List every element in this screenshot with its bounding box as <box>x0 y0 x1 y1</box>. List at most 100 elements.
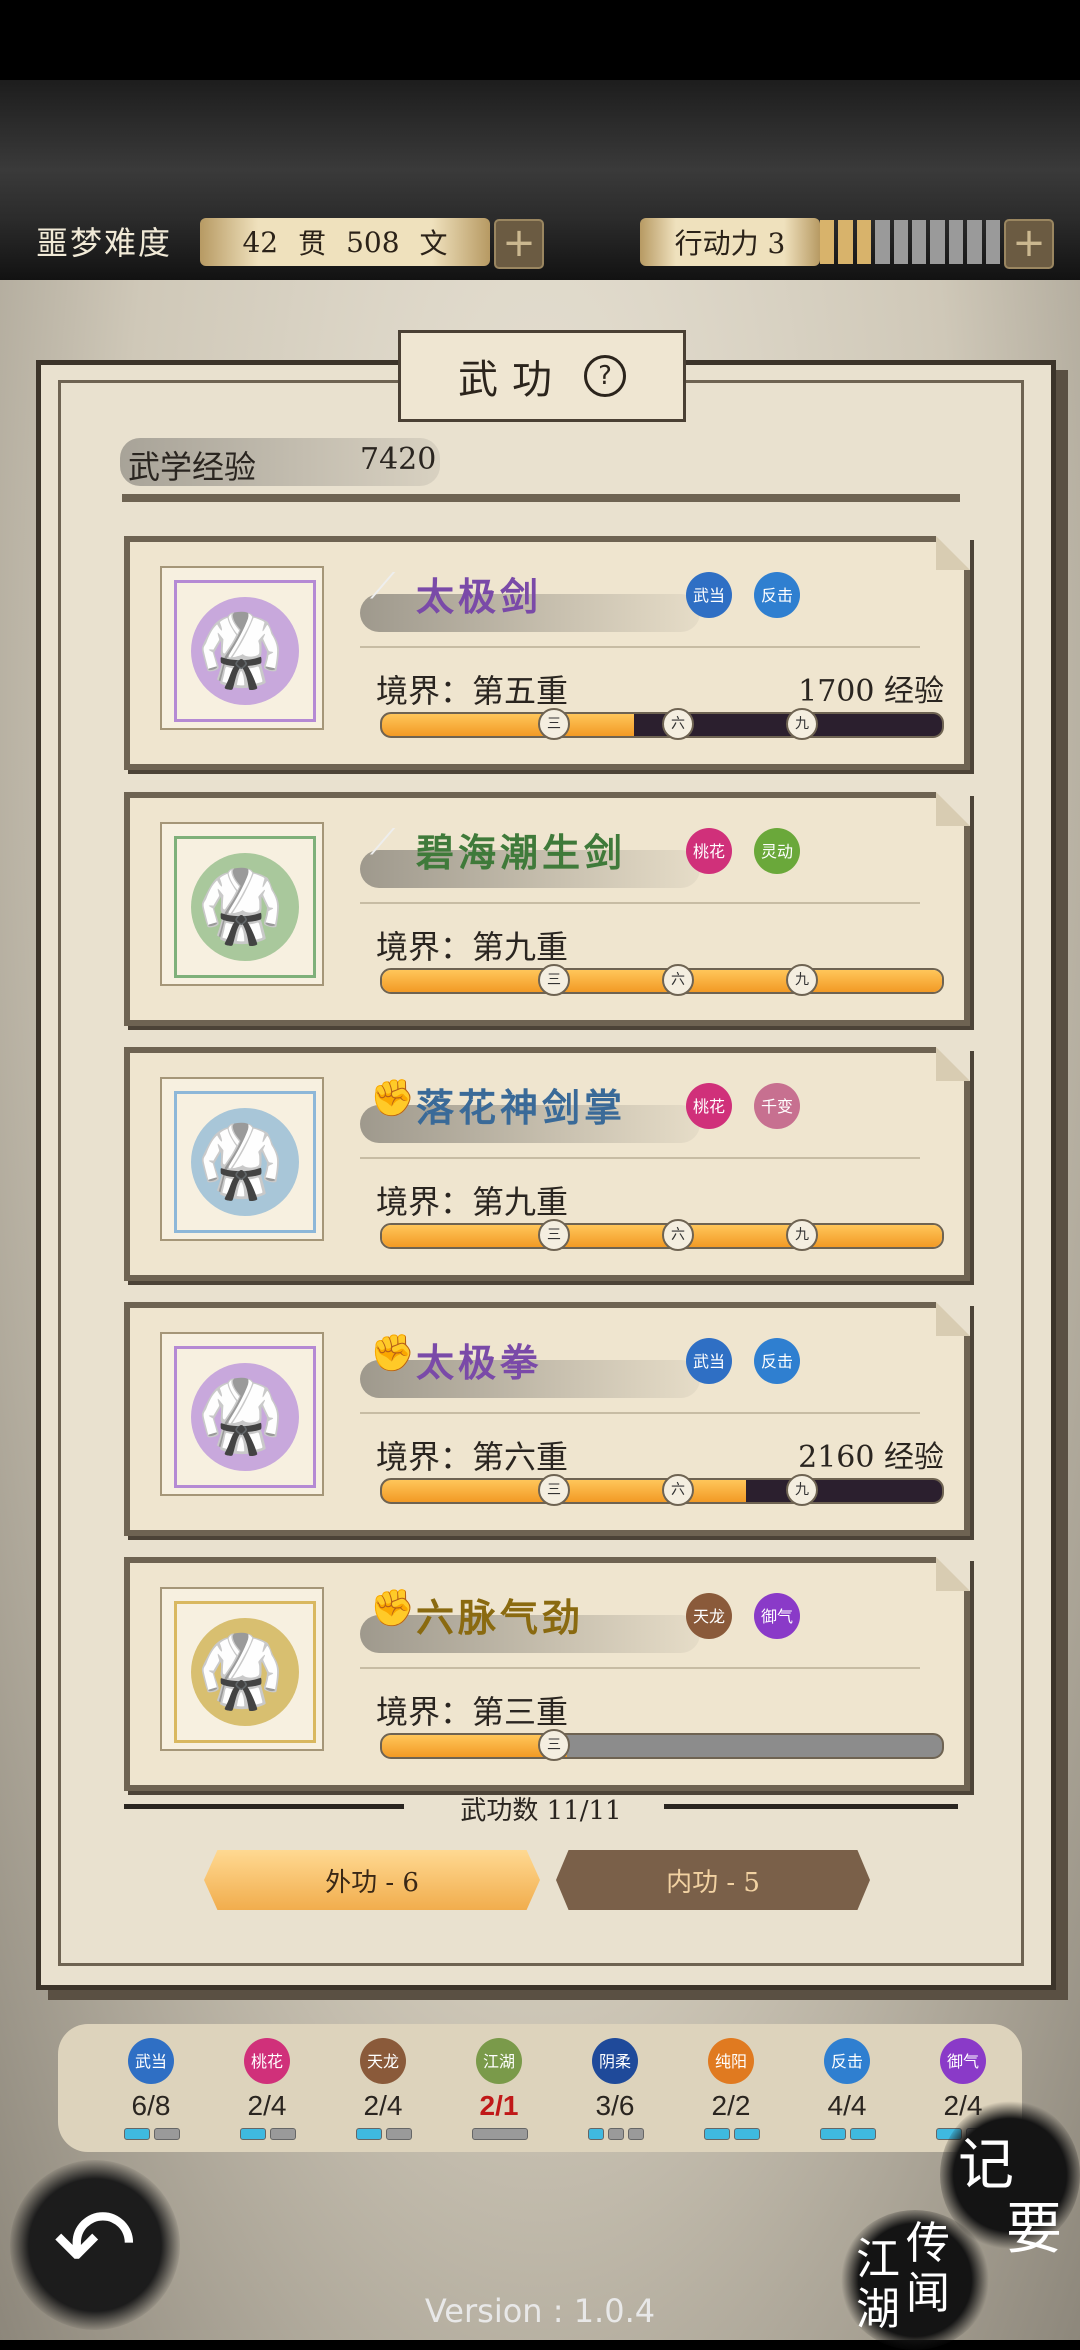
stat-pip <box>270 2128 296 2140</box>
skill-thumbnail-inner: 🥋 <box>174 1601 316 1743</box>
skill-level: 境界：第六重 <box>376 1438 569 1476</box>
faction-badge: 反击 <box>824 2038 870 2084</box>
add-action-points-button[interactable]: + <box>1004 219 1054 269</box>
panel-title-box: 武功 ? <box>398 330 686 422</box>
skill-count-row: 武功数 11/11 <box>124 1790 958 1826</box>
skill-thumbnail-inner: 🥋 <box>174 1346 316 1488</box>
faction-value: 2/4 <box>363 2090 403 2121</box>
question-circle-icon[interactable]: ? <box>584 355 626 397</box>
faction-value: 2/1 <box>479 2090 519 2121</box>
money-wen-unit: 文 <box>419 227 448 260</box>
sword-icon: ⟋ <box>370 822 396 863</box>
action-point-segment <box>967 220 982 264</box>
stat-pips <box>356 2128 412 2140</box>
skill-progress-fill <box>382 714 634 736</box>
stat-pip <box>704 2128 730 2140</box>
faction-stat[interactable]: 阴柔 3/6 <box>560 2038 670 2148</box>
fighter-silhouette-icon: 🥋 <box>197 1120 285 1202</box>
faction-value: 4/4 <box>827 2090 867 2121</box>
faction-badge: 阴柔 <box>592 2038 638 2084</box>
stat-pip <box>240 2128 266 2140</box>
progress-milestone: 六 <box>662 1219 694 1251</box>
fighter-silhouette-icon: 🥋 <box>197 1375 285 1457</box>
divider <box>360 646 920 648</box>
stat-pips <box>124 2128 180 2140</box>
trait-badge: 桃花 <box>686 1083 732 1129</box>
action-points-label: 行动力 3 <box>640 218 820 266</box>
fighter-silhouette-icon: 🥋 <box>197 1630 285 1712</box>
skill-name: 碧海潮生剑 <box>416 830 627 875</box>
action-point-segment <box>875 220 890 264</box>
faction-badge: 武当 <box>128 2038 174 2084</box>
faction-stat[interactable]: 反击 4/4 <box>792 2038 902 2148</box>
faction-stat[interactable]: 纯阳 2/2 <box>676 2038 786 2148</box>
add-money-button[interactable]: + <box>494 219 544 269</box>
plus-icon: + <box>1012 220 1046 266</box>
faction-value: 3/6 <box>595 2090 635 2121</box>
skill-level: 境界：第五重 <box>376 672 569 710</box>
faction-badge: 御气 <box>940 2038 986 2084</box>
money-guan: 42 <box>242 225 279 259</box>
divider <box>360 1412 920 1414</box>
tab-external-skills[interactable]: 外功 - 6 <box>204 1850 540 1910</box>
version-label: Version : 1.0.4 <box>424 2292 656 2330</box>
trait-badge: 武当 <box>686 572 732 618</box>
tab-internal-skills[interactable]: 内功 - 5 <box>556 1850 870 1910</box>
card-corner <box>936 1302 970 1336</box>
skill-thumbnail-inner: 🥋 <box>174 1091 316 1233</box>
action-points-bar <box>820 220 1001 264</box>
progress-milestone: 九 <box>786 708 818 740</box>
card-corner <box>936 536 970 570</box>
trait-badge: 千变 <box>754 1083 800 1129</box>
faction-badge: 桃花 <box>244 2038 290 2084</box>
skill-thumbnail: 🥋 <box>160 1332 324 1496</box>
faction-stat[interactable]: 武当 6/8 <box>96 2038 206 2148</box>
action-point-segment <box>820 220 835 264</box>
stat-pips <box>704 2128 760 2140</box>
action-point-segment <box>912 220 927 264</box>
skill-card[interactable]: 🥋 ✊ 六脉气劲 天龙 御气 境界：第三重 三 <box>124 1557 970 1791</box>
faction-badge: 天龙 <box>360 2038 406 2084</box>
stat-pips <box>472 2128 528 2140</box>
progress-milestone: 三 <box>538 1729 570 1761</box>
rumors-char: 传 <box>906 2218 950 2269</box>
progress-milestone: 三 <box>538 1219 570 1251</box>
stat-pip <box>734 2128 760 2140</box>
action-point-segment <box>948 220 964 264</box>
faction-value: 6/8 <box>131 2090 171 2121</box>
progress-milestone: 九 <box>786 1219 818 1251</box>
progress-milestone: 九 <box>786 1474 818 1506</box>
faction-stat[interactable]: 江湖 2/1 <box>444 2038 554 2148</box>
action-point-segment <box>838 220 853 264</box>
trait-badge: 武当 <box>686 1338 732 1384</box>
trait-badge: 灵动 <box>754 828 800 874</box>
fighter-silhouette-icon: 🥋 <box>197 609 285 691</box>
faction-badge: 纯阳 <box>708 2038 754 2084</box>
fighter-silhouette-icon: 🥋 <box>197 865 285 947</box>
fist-icon: ✊ <box>370 1078 415 1119</box>
progress-milestone: 六 <box>662 708 694 740</box>
faction-stat[interactable]: 天龙 2/4 <box>328 2038 438 2148</box>
skill-thumbnail: 🥋 <box>160 1077 324 1241</box>
skill-card[interactable]: 🥋 ✊ 太极拳 武当 反击 境界：第六重 2160 经验 三 六 九 <box>124 1302 970 1536</box>
skill-card[interactable]: 🥋 ⟋ 碧海潮生剑 桃花 灵动 境界：第九重 三 六 九 <box>124 792 970 1026</box>
trait-badge: 反击 <box>754 1338 800 1384</box>
faction-value: 2/2 <box>711 2090 751 2121</box>
stat-pip <box>608 2128 624 2140</box>
stat-pip <box>154 2128 180 2140</box>
trait-badge: 桃花 <box>686 828 732 874</box>
rumors-char: 江 <box>856 2234 900 2285</box>
faction-stat[interactable]: 桃花 2/4 <box>212 2038 322 2148</box>
skill-card[interactable]: 🥋 ✊ 落花神剑掌 桃花 千变 境界：第九重 三 六 九 <box>124 1047 970 1281</box>
faction-badge: 江湖 <box>476 2038 522 2084</box>
stat-pip <box>850 2128 876 2140</box>
skill-exp: 1700 经验 <box>798 674 944 709</box>
exp-label: 武学经验 <box>128 448 257 486</box>
skill-progress-bar <box>380 1733 944 1759</box>
stat-pip <box>628 2128 644 2140</box>
money-guan-unit: 贯 <box>298 227 327 260</box>
trait-badge: 天龙 <box>686 1593 732 1639</box>
trait-badge: 御气 <box>754 1593 800 1639</box>
stat-pips <box>820 2128 876 2140</box>
skill-card[interactable]: 🥋 ⟋ 太极剑 武当 反击 境界：第五重 1700 经验 三 六 九 <box>124 536 970 770</box>
